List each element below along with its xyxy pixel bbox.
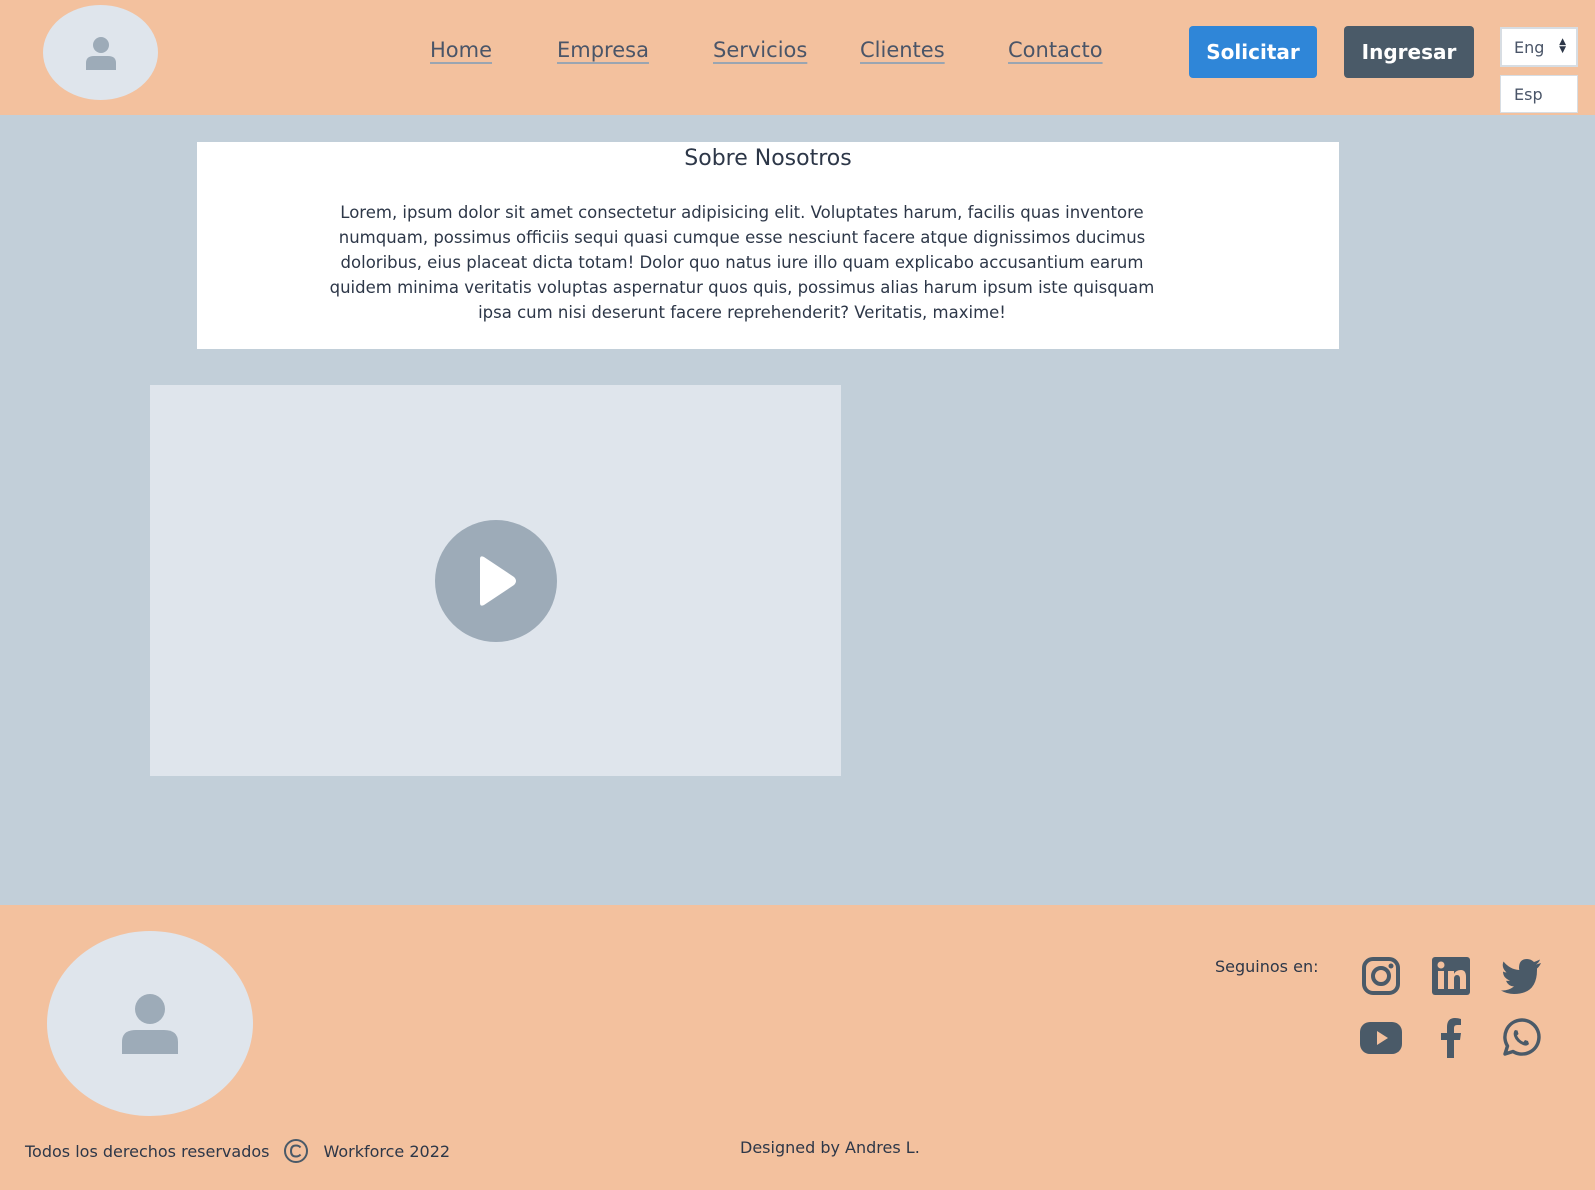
logo-placeholder[interactable] — [43, 5, 158, 100]
youtube-icon — [1360, 1022, 1402, 1054]
nav-empresa[interactable]: Empresa — [557, 38, 649, 62]
nav-contacto[interactable]: Contacto — [1008, 38, 1103, 62]
company-text: Workforce 2022 — [323, 1141, 451, 1161]
play-icon — [480, 556, 516, 606]
instagram-icon — [1362, 957, 1400, 995]
site-footer: Seguinos en: Todos los derechos reservad… — [0, 905, 1595, 1190]
select-arrows-icon: ▲ ▼ — [1559, 37, 1566, 55]
user-icon — [122, 993, 178, 1054]
copyright-icon — [284, 1139, 309, 1163]
nav-home[interactable]: Home — [430, 38, 492, 62]
nav-clientes[interactable]: Clientes — [860, 38, 945, 62]
linkedin-icon — [1432, 957, 1470, 995]
about-text: Lorem, ipsum dolor sit amet consectetur … — [329, 203, 1155, 322]
whatsapp-icon — [1503, 1018, 1541, 1056]
copyright-line: Todos los derechos reservados Workforce … — [25, 1138, 450, 1164]
footer-logo-placeholder[interactable] — [47, 931, 253, 1116]
facebook-icon — [1441, 1018, 1461, 1058]
video-player[interactable] — [150, 385, 841, 776]
ingresar-button[interactable]: Ingresar — [1344, 26, 1474, 78]
whatsapp-link[interactable] — [1500, 1017, 1542, 1059]
follow-label: Seguinos en: — [1215, 957, 1319, 976]
instagram-link[interactable] — [1360, 955, 1402, 997]
about-section: Sobre Nosotros Lorem, ipsum dolor sit am… — [197, 142, 1339, 349]
nav-servicios[interactable]: Servicios — [713, 38, 807, 62]
youtube-link[interactable] — [1360, 1017, 1402, 1059]
twitter-link[interactable] — [1500, 955, 1542, 997]
user-icon — [85, 36, 116, 70]
about-title: Sobre Nosotros — [684, 146, 852, 171]
linkedin-link[interactable] — [1430, 955, 1472, 997]
rights-text: Todos los derechos reservados — [25, 1141, 270, 1161]
site-header: Home Empresa Servicios Clientes Contacto… — [0, 0, 1595, 115]
language-select[interactable]: Eng ▲ ▼ — [1500, 27, 1578, 67]
language-option-esp[interactable]: Esp — [1500, 75, 1578, 113]
twitter-icon — [1501, 959, 1541, 994]
language-selected: Eng — [1514, 37, 1545, 57]
solicitar-button[interactable]: Solicitar — [1189, 26, 1317, 78]
designer-credit: Designed by Andres L. — [740, 1138, 920, 1157]
play-button[interactable] — [435, 520, 557, 642]
facebook-link[interactable] — [1430, 1017, 1472, 1059]
